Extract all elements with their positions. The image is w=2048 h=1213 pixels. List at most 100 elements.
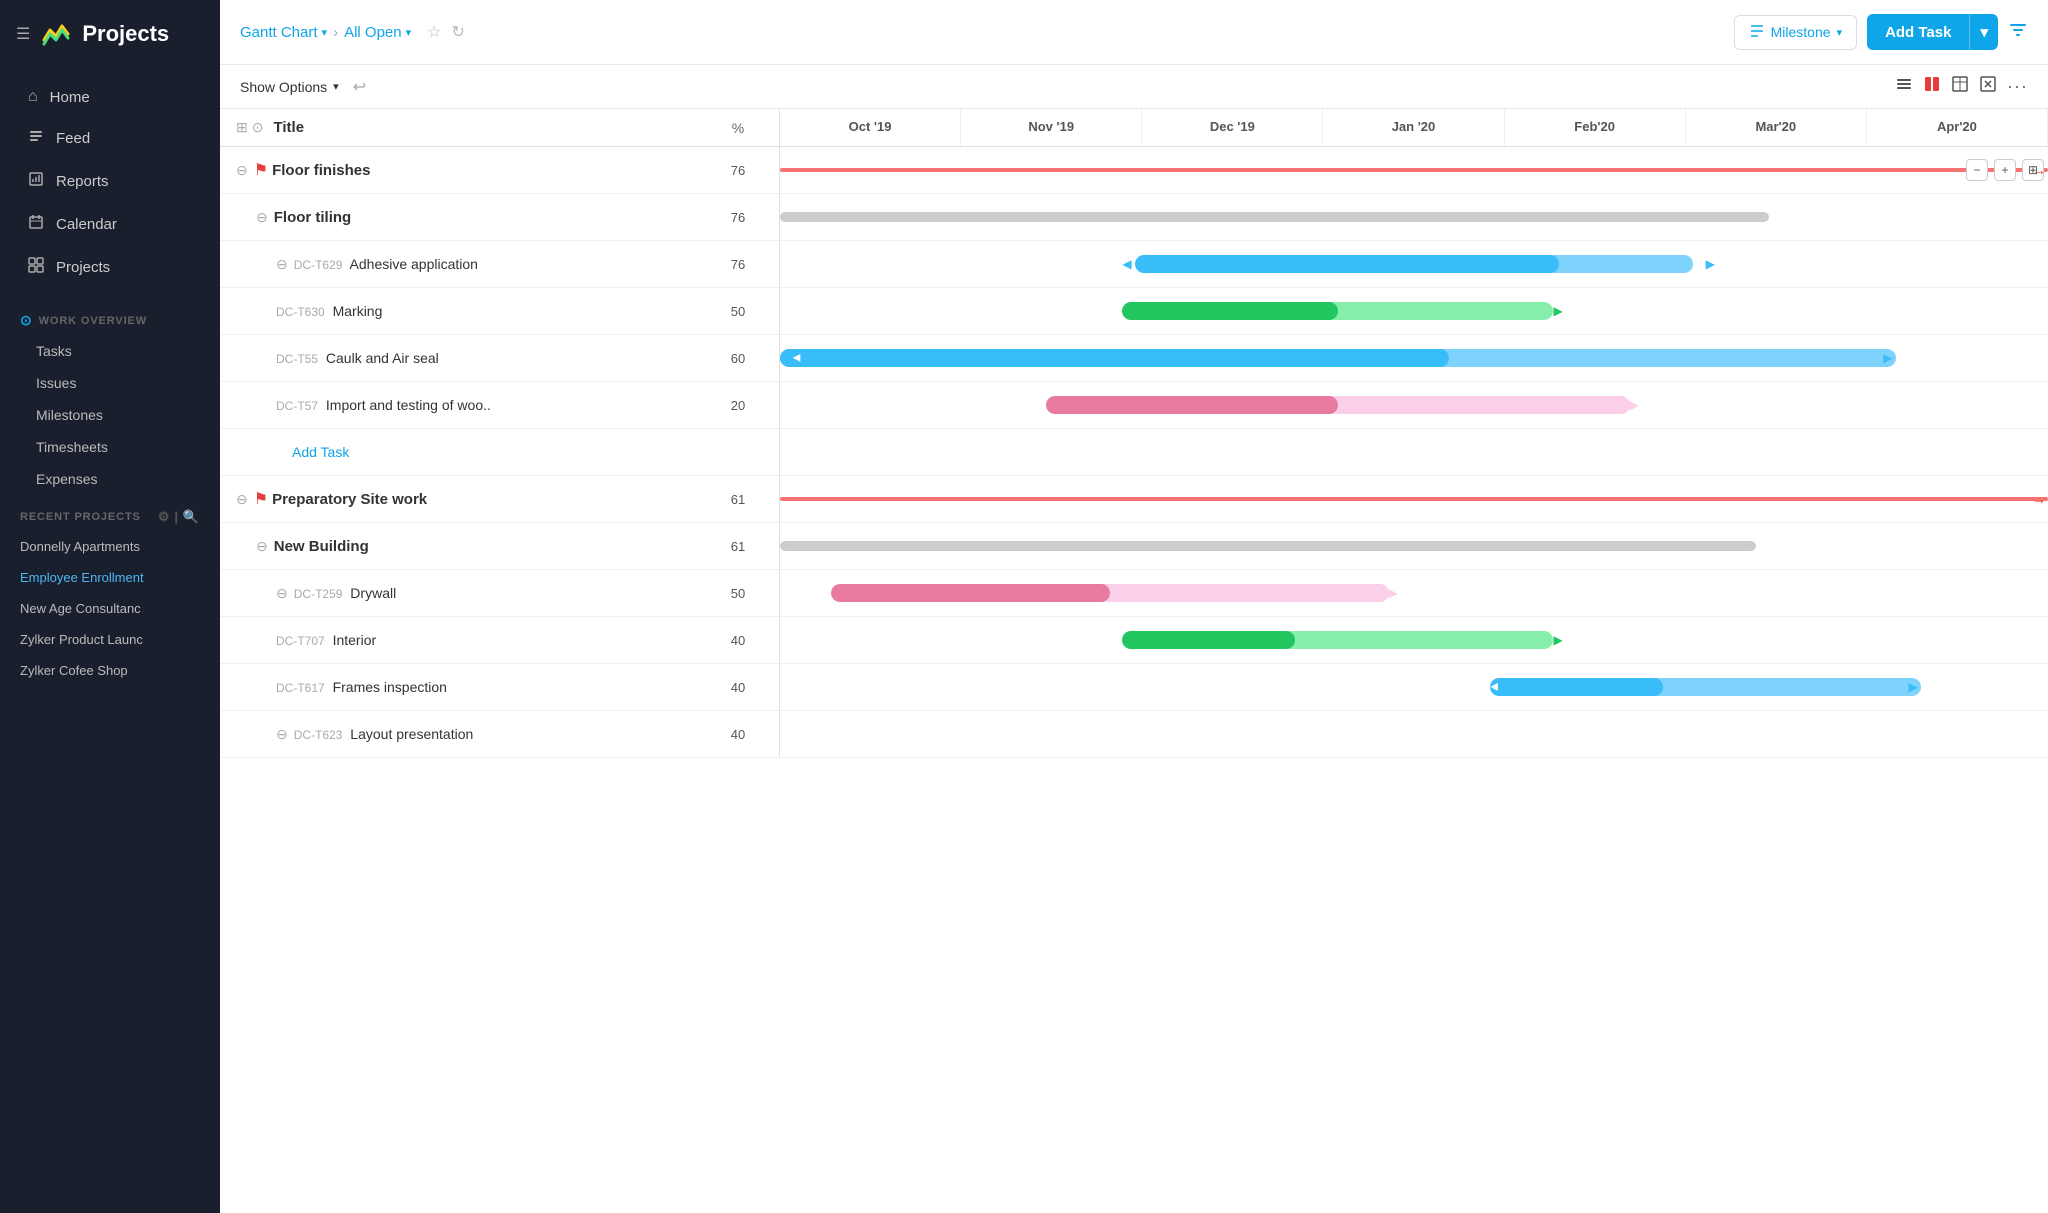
prep-site-bar-cell: → <box>780 476 2048 522</box>
col-sort-icon[interactable]: ⊙ <box>252 119 264 136</box>
milestone-flag-icon: ⚑ <box>254 160 268 180</box>
filter-list-icon[interactable]: ⚙ <box>158 509 171 525</box>
floor-tiling-bar-cell <box>780 194 2048 240</box>
star-icon[interactable]: ☆ <box>427 22 441 42</box>
recent-project-employee-enrollment[interactable]: Employee Enrollment <box>0 562 220 593</box>
table-row: DC-T707 Interior 40 ▶ <box>220 617 2048 664</box>
breadcrumb-gantt[interactable]: Gantt Chart ▾ <box>240 24 327 41</box>
calendar-icon <box>28 214 44 235</box>
table-row: DC-T630 Marking 50 ▶ <box>220 288 2048 335</box>
arrow-right-prep: → <box>2032 491 2046 507</box>
add-task-arrow-icon[interactable]: ▾ <box>1969 14 1998 50</box>
reports-icon <box>28 171 44 192</box>
expand-floor-finishes[interactable]: ⊖ <box>236 162 248 179</box>
recent-projects-label: RECENT PROJECTS <box>20 511 141 523</box>
bar-arrow-left-frames: ◀ <box>1490 682 1498 693</box>
sidebar-item-feed-label: Feed <box>56 130 90 147</box>
drywall-task-id: DC-T259 <box>294 587 343 601</box>
sidebar-item-projects[interactable]: Projects <box>8 247 212 288</box>
expand-new-building[interactable]: ⊖ <box>256 538 268 555</box>
undo-button[interactable]: ↩ <box>353 77 366 97</box>
bar-arrow-left-caulk: ◀ <box>793 353 801 364</box>
view-icon-1[interactable] <box>1895 75 1913 98</box>
breadcrumb-separator: › <box>333 24 338 41</box>
col-expand-icon[interactable]: ⊞ <box>236 119 248 136</box>
logo-icon <box>40 18 72 50</box>
milestone-button[interactable]: Milestone ▾ <box>1734 15 1857 50</box>
bar-arrow-right-interior: ▶ <box>1553 633 1562 647</box>
breadcrumb-gantt-chevron: ▾ <box>322 26 328 39</box>
show-options-button[interactable]: Show Options ▾ <box>240 79 339 95</box>
sidebar-item-timesheets[interactable]: Timesheets <box>0 431 220 463</box>
sidebar-item-reports-label: Reports <box>56 173 109 190</box>
expand-floor-tiling[interactable]: ⊖ <box>256 209 268 226</box>
work-overview-label: WORK OVERVIEW <box>39 315 147 327</box>
expand-drywall[interactable]: ⊖ <box>276 585 288 602</box>
gantt-timeline-header: Oct '19 Nov '19 Dec '19 Jan '20 Feb'20 M… <box>780 109 2048 146</box>
sidebar-item-expenses[interactable]: Expenses <box>0 463 220 495</box>
marking-task-id: DC-T630 <box>276 305 325 319</box>
recent-project-zylker-coffee[interactable]: Zylker Cofee Shop <box>0 655 220 686</box>
table-row: ⊖ DC-T629 Adhesive application 76 ◀ ▶ <box>220 241 2048 288</box>
toolbar-right: ··· <box>1895 75 2028 98</box>
topbar: Gantt Chart ▾ › All Open ▾ ☆ ↻ <box>220 0 2048 65</box>
sidebar-item-feed[interactable]: Feed <box>8 118 212 159</box>
bar-plus-btn[interactable]: + <box>1994 159 2016 181</box>
layout-bar-cell <box>780 711 2048 757</box>
refresh-icon[interactable]: ↻ <box>452 22 465 42</box>
topbar-icons: ☆ ↻ <box>427 22 465 42</box>
import-cell: DC-T57 Import and testing of woo.. 20 <box>220 382 780 428</box>
table-row: ⊖ ⚑ Preparatory Site work 61 → <box>220 476 2048 523</box>
sidebar-item-calendar-label: Calendar <box>56 216 117 233</box>
sidebar-item-calendar[interactable]: Calendar <box>8 204 212 245</box>
search-icon[interactable]: 🔍 <box>183 509 200 525</box>
add-task-row: Add Task <box>220 429 2048 476</box>
add-task-link[interactable]: Add Task <box>276 444 365 460</box>
breadcrumb-all-open[interactable]: All Open ▾ <box>344 24 411 41</box>
import-task-id: DC-T57 <box>276 399 318 413</box>
expand-adhesive[interactable]: ⊖ <box>276 256 288 273</box>
interior-title: DC-T707 Interior <box>276 632 713 648</box>
breadcrumb-all-open-label: All Open <box>344 24 402 41</box>
expand-prep-site[interactable]: ⊖ <box>236 491 248 508</box>
recent-project-donnelly[interactable]: Donnelly Apartments <box>0 531 220 562</box>
month-jan20: Jan '20 <box>1323 109 1504 146</box>
bar-arrow-right-marking: ▶ <box>1553 304 1562 318</box>
gantt-header: ⊞ ⊙ Title % Oct '19 Nov '19 Dec '19 Jan … <box>220 109 2048 147</box>
add-task-button[interactable]: Add Task ▾ <box>1867 14 1998 50</box>
sidebar-item-home[interactable]: ⌂ Home <box>8 78 212 116</box>
marking-cell: DC-T630 Marking 50 <box>220 288 780 334</box>
frames-percent: 40 <box>713 680 763 695</box>
drywall-percent: 50 <box>713 586 763 601</box>
sidebar-item-projects-label: Projects <box>56 259 110 276</box>
bar-minus-btn[interactable]: − <box>1966 159 1988 181</box>
sidebar-item-issues[interactable]: Issues <box>0 367 220 399</box>
drywall-cell: ⊖ DC-T259 Drywall 50 <box>220 570 780 616</box>
interior-cell: DC-T707 Interior 40 <box>220 617 780 663</box>
sidebar-item-tasks[interactable]: Tasks <box>0 335 220 367</box>
recent-project-zylker-launch[interactable]: Zylker Product Launc <box>0 624 220 655</box>
work-overview-icon: ⊙ <box>20 312 33 329</box>
sidebar-item-milestones[interactable]: Milestones <box>0 399 220 431</box>
marking-bar-cell: ▶ <box>780 288 2048 334</box>
view-icon-2[interactable] <box>1923 75 1941 98</box>
adhesive-task-id: DC-T629 <box>294 258 343 272</box>
floor-finishes-percent: 76 <box>713 163 763 178</box>
more-options-icon[interactable]: ··· <box>2007 76 2028 97</box>
recent-project-new-age[interactable]: New Age Consultanc <box>0 593 220 624</box>
recent-projects-section: RECENT PROJECTS ⚙ | 🔍 <box>0 495 220 531</box>
bar-arrow-right-import: ▶ <box>1630 398 1639 412</box>
month-dec19: Dec '19 <box>1142 109 1323 146</box>
view-icon-3[interactable] <box>1951 75 1969 98</box>
new-building-bar-cell <box>780 523 2048 569</box>
frames-cell: DC-T617 Frames inspection 40 <box>220 664 780 710</box>
arrow-right-icon: → <box>2032 162 2046 178</box>
filter-icon[interactable] <box>2008 20 2028 45</box>
frames-task-id: DC-T617 <box>276 681 325 695</box>
hamburger-icon[interactable]: ☰ <box>16 24 30 44</box>
expand-layout[interactable]: ⊖ <box>276 726 288 743</box>
view-icon-4[interactable] <box>1979 75 1997 98</box>
drywall-title: DC-T259 Drywall <box>294 585 713 601</box>
sidebar-header: ☰ Projects <box>0 0 220 68</box>
sidebar-item-reports[interactable]: Reports <box>8 161 212 202</box>
